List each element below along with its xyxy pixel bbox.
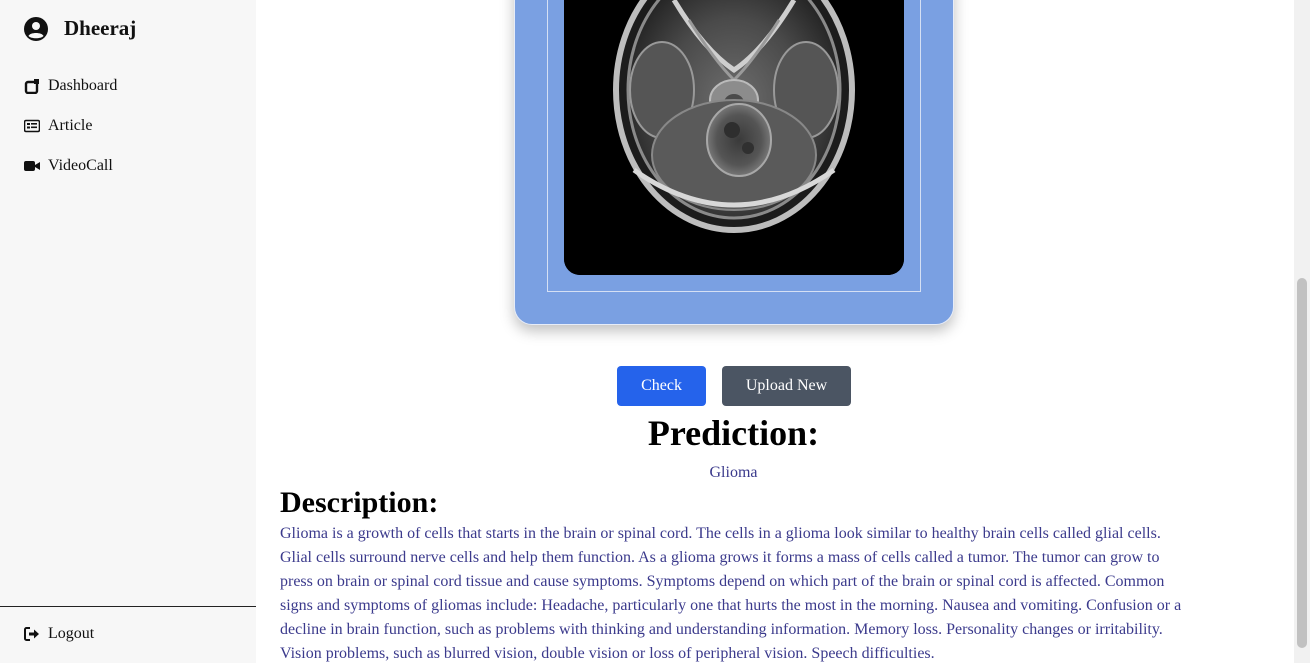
prediction-value: Glioma [709,464,758,481]
user-name: Dheeraj [64,16,137,40]
prediction-heading: Prediction: [647,413,820,453]
video-icon [24,161,40,171]
page-scrollbar[interactable] [1294,0,1310,663]
article-icon [24,119,40,133]
sidebar-item-label: VideoCall [48,157,113,174]
upload-new-button[interactable]: Upload New [722,366,851,406]
sidebar-item-label: Article [48,117,93,134]
sidebar-item-label: Dashboard [48,77,118,94]
sidebar-item-dashboard[interactable]: Dashboard [24,77,117,95]
logout-icon [24,627,39,641]
sidebar-item-videocall[interactable]: VideoCall [24,157,113,175]
mri-image [564,0,904,275]
dashboard-icon [24,79,39,94]
sidebar: Dheeraj Dashboard Article VideoCall Logo… [0,0,256,663]
logout-button[interactable]: Logout [24,625,94,643]
description-text: Glioma is a growth of cells that starts … [280,525,1182,662]
user-profile[interactable]: Dheeraj [24,16,136,41]
user-circle-icon [24,16,48,41]
scrollbar-thumb[interactable] [1297,278,1307,648]
main-content: Check Upload New Prediction: Glioma Desc… [256,0,1294,663]
sidebar-item-article[interactable]: Article [24,117,92,135]
description-heading: Description: [280,486,439,519]
sidebar-divider [0,606,256,607]
check-button[interactable]: Check [617,366,706,406]
mri-scan-graphic [564,0,904,275]
image-upload-card [514,0,954,325]
logout-label: Logout [48,625,95,642]
